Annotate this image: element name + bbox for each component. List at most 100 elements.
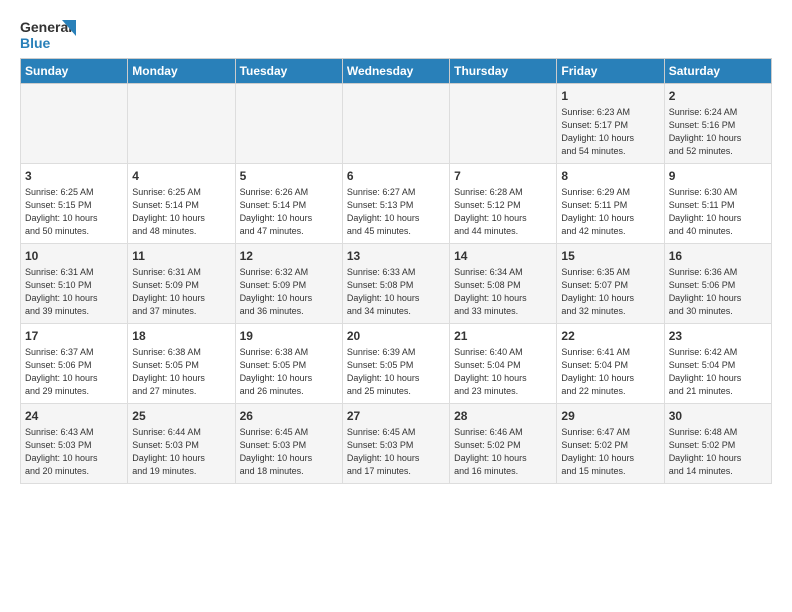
day-info: Sunrise: 6:25 AM Sunset: 5:14 PM Dayligh… bbox=[132, 186, 230, 238]
day-cell: 25Sunrise: 6:44 AM Sunset: 5:03 PM Dayli… bbox=[128, 404, 235, 484]
day-number: 17 bbox=[25, 328, 123, 345]
day-cell: 9Sunrise: 6:30 AM Sunset: 5:11 PM Daylig… bbox=[664, 164, 771, 244]
day-cell: 3Sunrise: 6:25 AM Sunset: 5:15 PM Daylig… bbox=[21, 164, 128, 244]
day-number: 1 bbox=[561, 88, 659, 105]
day-number: 3 bbox=[25, 168, 123, 185]
day-info: Sunrise: 6:33 AM Sunset: 5:08 PM Dayligh… bbox=[347, 266, 445, 318]
day-cell: 5Sunrise: 6:26 AM Sunset: 5:14 PM Daylig… bbox=[235, 164, 342, 244]
day-info: Sunrise: 6:31 AM Sunset: 5:09 PM Dayligh… bbox=[132, 266, 230, 318]
header-row: SundayMondayTuesdayWednesdayThursdayFrid… bbox=[21, 59, 772, 84]
day-number: 18 bbox=[132, 328, 230, 345]
day-cell: 6Sunrise: 6:27 AM Sunset: 5:13 PM Daylig… bbox=[342, 164, 449, 244]
day-info: Sunrise: 6:38 AM Sunset: 5:05 PM Dayligh… bbox=[132, 346, 230, 398]
col-header-thursday: Thursday bbox=[450, 59, 557, 84]
day-info: Sunrise: 6:37 AM Sunset: 5:06 PM Dayligh… bbox=[25, 346, 123, 398]
day-info: Sunrise: 6:45 AM Sunset: 5:03 PM Dayligh… bbox=[347, 426, 445, 478]
day-cell: 7Sunrise: 6:28 AM Sunset: 5:12 PM Daylig… bbox=[450, 164, 557, 244]
day-info: Sunrise: 6:39 AM Sunset: 5:05 PM Dayligh… bbox=[347, 346, 445, 398]
day-cell: 11Sunrise: 6:31 AM Sunset: 5:09 PM Dayli… bbox=[128, 244, 235, 324]
day-info: Sunrise: 6:48 AM Sunset: 5:02 PM Dayligh… bbox=[669, 426, 767, 478]
day-number: 2 bbox=[669, 88, 767, 105]
day-info: Sunrise: 6:41 AM Sunset: 5:04 PM Dayligh… bbox=[561, 346, 659, 398]
day-cell: 28Sunrise: 6:46 AM Sunset: 5:02 PM Dayli… bbox=[450, 404, 557, 484]
day-cell: 17Sunrise: 6:37 AM Sunset: 5:06 PM Dayli… bbox=[21, 324, 128, 404]
col-header-friday: Friday bbox=[557, 59, 664, 84]
day-cell: 1Sunrise: 6:23 AM Sunset: 5:17 PM Daylig… bbox=[557, 84, 664, 164]
day-number: 29 bbox=[561, 408, 659, 425]
day-cell: 13Sunrise: 6:33 AM Sunset: 5:08 PM Dayli… bbox=[342, 244, 449, 324]
day-number: 20 bbox=[347, 328, 445, 345]
day-info: Sunrise: 6:43 AM Sunset: 5:03 PM Dayligh… bbox=[25, 426, 123, 478]
day-info: Sunrise: 6:44 AM Sunset: 5:03 PM Dayligh… bbox=[132, 426, 230, 478]
day-number: 16 bbox=[669, 248, 767, 265]
day-cell: 29Sunrise: 6:47 AM Sunset: 5:02 PM Dayli… bbox=[557, 404, 664, 484]
day-cell: 2Sunrise: 6:24 AM Sunset: 5:16 PM Daylig… bbox=[664, 84, 771, 164]
day-cell: 22Sunrise: 6:41 AM Sunset: 5:04 PM Dayli… bbox=[557, 324, 664, 404]
day-number: 28 bbox=[454, 408, 552, 425]
day-info: Sunrise: 6:29 AM Sunset: 5:11 PM Dayligh… bbox=[561, 186, 659, 238]
day-info: Sunrise: 6:36 AM Sunset: 5:06 PM Dayligh… bbox=[669, 266, 767, 318]
logo: GeneralBlue bbox=[20, 16, 80, 52]
day-cell: 18Sunrise: 6:38 AM Sunset: 5:05 PM Dayli… bbox=[128, 324, 235, 404]
col-header-monday: Monday bbox=[128, 59, 235, 84]
day-cell: 26Sunrise: 6:45 AM Sunset: 5:03 PM Dayli… bbox=[235, 404, 342, 484]
header: GeneralBlue bbox=[20, 16, 772, 52]
day-cell bbox=[21, 84, 128, 164]
day-number: 30 bbox=[669, 408, 767, 425]
week-row-3: 10Sunrise: 6:31 AM Sunset: 5:10 PM Dayli… bbox=[21, 244, 772, 324]
svg-text:Blue: Blue bbox=[20, 35, 51, 51]
day-info: Sunrise: 6:40 AM Sunset: 5:04 PM Dayligh… bbox=[454, 346, 552, 398]
day-cell: 4Sunrise: 6:25 AM Sunset: 5:14 PM Daylig… bbox=[128, 164, 235, 244]
day-number: 15 bbox=[561, 248, 659, 265]
day-info: Sunrise: 6:28 AM Sunset: 5:12 PM Dayligh… bbox=[454, 186, 552, 238]
day-number: 14 bbox=[454, 248, 552, 265]
day-cell bbox=[235, 84, 342, 164]
day-cell: 21Sunrise: 6:40 AM Sunset: 5:04 PM Dayli… bbox=[450, 324, 557, 404]
calendar-table: SundayMondayTuesdayWednesdayThursdayFrid… bbox=[20, 58, 772, 484]
day-cell: 27Sunrise: 6:45 AM Sunset: 5:03 PM Dayli… bbox=[342, 404, 449, 484]
day-number: 8 bbox=[561, 168, 659, 185]
day-cell bbox=[128, 84, 235, 164]
col-header-saturday: Saturday bbox=[664, 59, 771, 84]
logo-icon: GeneralBlue bbox=[20, 16, 80, 52]
day-number: 10 bbox=[25, 248, 123, 265]
day-cell: 20Sunrise: 6:39 AM Sunset: 5:05 PM Dayli… bbox=[342, 324, 449, 404]
day-cell: 24Sunrise: 6:43 AM Sunset: 5:03 PM Dayli… bbox=[21, 404, 128, 484]
day-number: 13 bbox=[347, 248, 445, 265]
col-header-sunday: Sunday bbox=[21, 59, 128, 84]
page: GeneralBlue SundayMondayTuesdayWednesday… bbox=[0, 0, 792, 494]
day-cell: 10Sunrise: 6:31 AM Sunset: 5:10 PM Dayli… bbox=[21, 244, 128, 324]
day-cell: 14Sunrise: 6:34 AM Sunset: 5:08 PM Dayli… bbox=[450, 244, 557, 324]
day-number: 24 bbox=[25, 408, 123, 425]
week-row-1: 1Sunrise: 6:23 AM Sunset: 5:17 PM Daylig… bbox=[21, 84, 772, 164]
day-info: Sunrise: 6:25 AM Sunset: 5:15 PM Dayligh… bbox=[25, 186, 123, 238]
day-info: Sunrise: 6:35 AM Sunset: 5:07 PM Dayligh… bbox=[561, 266, 659, 318]
day-cell: 30Sunrise: 6:48 AM Sunset: 5:02 PM Dayli… bbox=[664, 404, 771, 484]
day-number: 25 bbox=[132, 408, 230, 425]
day-info: Sunrise: 6:42 AM Sunset: 5:04 PM Dayligh… bbox=[669, 346, 767, 398]
day-number: 6 bbox=[347, 168, 445, 185]
day-info: Sunrise: 6:23 AM Sunset: 5:17 PM Dayligh… bbox=[561, 106, 659, 158]
day-number: 27 bbox=[347, 408, 445, 425]
day-info: Sunrise: 6:31 AM Sunset: 5:10 PM Dayligh… bbox=[25, 266, 123, 318]
day-cell: 12Sunrise: 6:32 AM Sunset: 5:09 PM Dayli… bbox=[235, 244, 342, 324]
day-cell: 16Sunrise: 6:36 AM Sunset: 5:06 PM Dayli… bbox=[664, 244, 771, 324]
day-cell: 19Sunrise: 6:38 AM Sunset: 5:05 PM Dayli… bbox=[235, 324, 342, 404]
day-cell: 23Sunrise: 6:42 AM Sunset: 5:04 PM Dayli… bbox=[664, 324, 771, 404]
day-info: Sunrise: 6:24 AM Sunset: 5:16 PM Dayligh… bbox=[669, 106, 767, 158]
day-number: 19 bbox=[240, 328, 338, 345]
day-cell: 15Sunrise: 6:35 AM Sunset: 5:07 PM Dayli… bbox=[557, 244, 664, 324]
col-header-tuesday: Tuesday bbox=[235, 59, 342, 84]
day-cell bbox=[342, 84, 449, 164]
day-info: Sunrise: 6:26 AM Sunset: 5:14 PM Dayligh… bbox=[240, 186, 338, 238]
day-info: Sunrise: 6:27 AM Sunset: 5:13 PM Dayligh… bbox=[347, 186, 445, 238]
day-info: Sunrise: 6:46 AM Sunset: 5:02 PM Dayligh… bbox=[454, 426, 552, 478]
day-cell bbox=[450, 84, 557, 164]
day-info: Sunrise: 6:47 AM Sunset: 5:02 PM Dayligh… bbox=[561, 426, 659, 478]
day-number: 21 bbox=[454, 328, 552, 345]
week-row-2: 3Sunrise: 6:25 AM Sunset: 5:15 PM Daylig… bbox=[21, 164, 772, 244]
day-number: 23 bbox=[669, 328, 767, 345]
day-number: 11 bbox=[132, 248, 230, 265]
day-info: Sunrise: 6:38 AM Sunset: 5:05 PM Dayligh… bbox=[240, 346, 338, 398]
day-info: Sunrise: 6:32 AM Sunset: 5:09 PM Dayligh… bbox=[240, 266, 338, 318]
